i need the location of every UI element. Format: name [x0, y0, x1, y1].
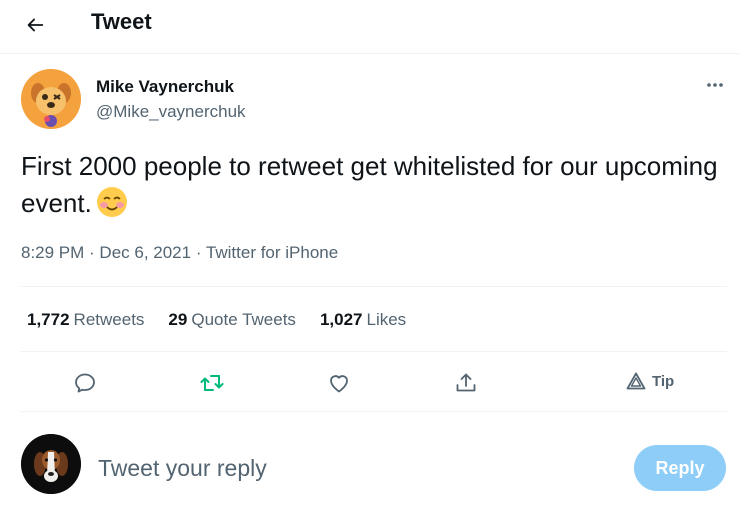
reply-input[interactable]: [98, 450, 598, 486]
quote-tweets-label: Quote Tweets: [191, 310, 296, 329]
divider: [21, 286, 727, 287]
tweet-author: Mike Vaynerchuk @Mike_vaynerchuk: [21, 69, 731, 131]
likes-stat[interactable]: 1,027 Likes: [320, 310, 406, 330]
more-dots-icon: [707, 83, 723, 87]
likes-label: Likes: [366, 310, 407, 329]
reply-submit-button[interactable]: Reply: [634, 445, 726, 491]
retweets-stat[interactable]: 1,772 Retweets: [27, 310, 144, 330]
dog-avatar-icon: [21, 69, 81, 129]
beagle-avatar-icon: [21, 434, 81, 494]
retweets-count: 1,772: [27, 310, 70, 329]
user-avatar[interactable]: [21, 434, 81, 494]
divider: [21, 351, 727, 352]
author-handle[interactable]: @Mike_vaynerchuk: [96, 102, 246, 122]
reply-button[interactable]: [70, 368, 100, 398]
share-icon: [456, 373, 476, 392]
tweet-text: First 2000 people to retweet get whiteli…: [21, 148, 721, 222]
quote-tweets-stat[interactable]: 29 Quote Tweets: [168, 310, 296, 330]
page-title: Tweet: [91, 9, 152, 34]
tweet-date[interactable]: Dec 6, 2021: [99, 243, 191, 262]
quote-tweets-count: 29: [168, 310, 188, 329]
retweets-label: Retweets: [73, 310, 145, 329]
meta-separator: ·: [84, 243, 100, 262]
reply-composer: Reply: [0, 422, 739, 506]
tip-icon: [626, 372, 646, 390]
meta-separator: ·: [191, 243, 206, 262]
tweet-time[interactable]: 8:29 PM: [21, 243, 84, 262]
tweet-source[interactable]: Twitter for iPhone: [206, 243, 338, 262]
retweet-icon: [200, 375, 224, 391]
heart-icon: [330, 375, 348, 393]
more-options-button[interactable]: [705, 77, 725, 93]
divider: [21, 411, 727, 412]
like-button[interactable]: [324, 368, 354, 398]
share-button[interactable]: [451, 368, 481, 398]
retweet-button[interactable]: [197, 368, 227, 398]
tweet-meta: 8:29 PM · Dec 6, 2021 · Twitter for iPho…: [21, 243, 338, 263]
tip-button[interactable]: Tip: [626, 370, 674, 392]
arrow-left-icon: [27, 18, 44, 32]
author-avatar[interactable]: [21, 69, 81, 129]
likes-count: 1,027: [319, 310, 363, 329]
author-name[interactable]: Mike Vaynerchuk: [96, 77, 234, 97]
smiling-face-emoji: [96, 186, 128, 218]
tweet-stats: 1,772 Retweets 29 Quote Tweets 1,027 Likes: [27, 310, 430, 330]
speech-bubble-icon: [75, 373, 95, 393]
tip-label: Tip: [652, 372, 675, 390]
page-header: Tweet: [0, 0, 739, 54]
back-button[interactable]: [20, 10, 50, 40]
